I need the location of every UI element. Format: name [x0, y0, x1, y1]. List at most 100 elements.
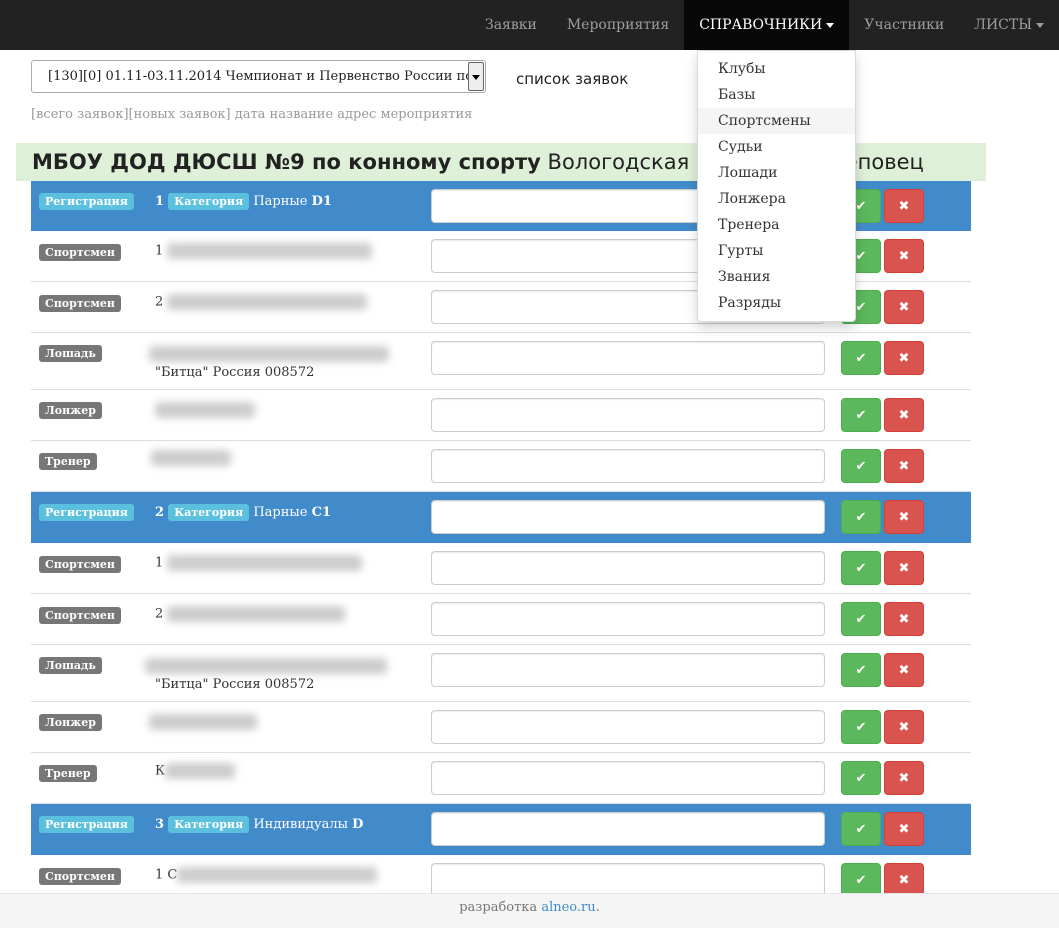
longeur-input[interactable] [431, 398, 825, 432]
dropdown-item-razryady[interactable]: Разряды [698, 290, 855, 316]
nav-item-zayavki[interactable]: Заявки [470, 0, 552, 50]
confirm-button[interactable]: ✔ [841, 812, 881, 846]
select-arrow-icon[interactable] [468, 62, 484, 91]
delete-button[interactable]: ✖ [884, 449, 924, 483]
delete-button[interactable]: ✖ [884, 551, 924, 585]
trainer-name-visible: К [155, 763, 166, 779]
nav-item-uchastniki[interactable]: Участники [849, 0, 959, 50]
check-icon: ✔ [855, 873, 867, 888]
check-icon: ✔ [855, 663, 867, 678]
check-icon: ✔ [855, 199, 867, 214]
close-icon: ✖ [898, 561, 910, 576]
dropdown-item-bazy[interactable]: Базы [698, 82, 855, 108]
close-icon: ✖ [898, 300, 910, 315]
dropdown-item-sudi[interactable]: Судьи [698, 134, 855, 160]
horse-input[interactable] [431, 653, 825, 687]
sportsman-number: 1 [155, 555, 164, 571]
trainer-info [151, 450, 231, 466]
delete-button[interactable]: ✖ [884, 761, 924, 795]
longeur-info [149, 714, 257, 730]
check-icon: ✔ [855, 720, 867, 735]
longeur-badge: Лонжер [39, 714, 102, 731]
close-icon: ✖ [898, 612, 910, 627]
club-region: Вологодская о [547, 150, 709, 174]
sportsman-row: Спортсмен 1 ✔ ✖ [31, 543, 971, 594]
check-icon: ✔ [855, 351, 867, 366]
dropdown-item-kluby[interactable]: Клубы [698, 56, 855, 82]
delete-button[interactable]: ✖ [884, 500, 924, 534]
registration-badge: Регистрация [39, 193, 134, 210]
navbar: Заявки Мероприятия СПРАВОЧНИКИ Участники… [0, 0, 1059, 50]
delete-button[interactable]: ✖ [884, 653, 924, 687]
delete-button[interactable]: ✖ [884, 812, 924, 846]
delete-button[interactable]: ✖ [884, 710, 924, 744]
delete-button[interactable]: ✖ [884, 398, 924, 432]
category-badge: Категория [168, 816, 250, 833]
redacted-name [149, 714, 257, 730]
sportsman-number: 2 [155, 606, 164, 622]
horse-input[interactable] [431, 341, 825, 375]
confirm-button[interactable]: ✔ [841, 653, 881, 687]
close-icon: ✖ [898, 822, 910, 837]
sportsman-badge: Спортсмен [39, 244, 121, 261]
dropdown-item-zvaniya[interactable]: Звания [698, 264, 855, 290]
delete-button[interactable]: ✖ [884, 341, 924, 375]
footer-prefix: разработка [459, 900, 538, 915]
redacted-name [167, 555, 363, 571]
confirm-button[interactable]: ✔ [841, 551, 881, 585]
confirm-button[interactable]: ✔ [841, 449, 881, 483]
sportsman-badge: Спортсмен [39, 607, 121, 624]
delete-button[interactable]: ✖ [884, 239, 924, 273]
registration-info: 1 Категория Парные D1 [155, 193, 332, 210]
check-icon: ✔ [855, 510, 867, 525]
nav-item-spravochniki[interactable]: СПРАВОЧНИКИ [684, 0, 850, 50]
footer-link[interactable]: alneo.ru [541, 900, 595, 915]
confirm-button[interactable]: ✔ [841, 602, 881, 636]
redacted-name [167, 294, 368, 310]
nav-item-listy[interactable]: ЛИСТЫ [959, 0, 1059, 50]
caret-down-icon [826, 22, 835, 28]
event-select[interactable]: [130][0] 01.11-03.11.2014 Чемпионат и Пе… [31, 60, 486, 93]
delete-button[interactable]: ✖ [884, 189, 924, 223]
longeur-badge: Лонжер [39, 402, 102, 419]
confirm-button[interactable]: ✔ [841, 863, 881, 897]
category-name: Индивидуалы [253, 817, 349, 832]
confirm-button[interactable]: ✔ [841, 398, 881, 432]
confirm-button[interactable]: ✔ [841, 710, 881, 744]
trainer-input[interactable] [431, 449, 825, 483]
delete-button[interactable]: ✖ [884, 863, 924, 897]
horse-info: "Битца" Россия 008572 [155, 677, 315, 692]
registration-input[interactable] [431, 500, 825, 534]
trainer-row: Тренер ✔ ✖ [31, 441, 971, 492]
spravochniki-dropdown: Клубы Базы Спортсмены Судьи Лошади Лонже… [697, 50, 856, 322]
sportsman-input[interactable] [431, 602, 825, 636]
dropdown-item-loshadi[interactable]: Лошади [698, 160, 855, 186]
trainer-input[interactable] [431, 761, 825, 795]
dropdown-item-trenera[interactable]: Тренера [698, 212, 855, 238]
dropdown-item-sportsmeny[interactable]: Спортсмены [698, 108, 855, 134]
delete-button[interactable]: ✖ [884, 602, 924, 636]
sportsman-input[interactable] [431, 551, 825, 585]
redacted-name [167, 243, 373, 259]
close-icon: ✖ [898, 408, 910, 423]
dropdown-item-gurty[interactable]: Гурты [698, 238, 855, 264]
confirm-button[interactable]: ✔ [841, 761, 881, 795]
nav-item-meropriyatiya[interactable]: Мероприятия [552, 0, 684, 50]
confirm-button[interactable]: ✔ [841, 500, 881, 534]
sportsman-badge: Спортсмен [39, 295, 121, 312]
sportsman-number: 2 [155, 294, 164, 310]
longeur-input[interactable] [431, 710, 825, 744]
confirm-button[interactable]: ✔ [841, 341, 881, 375]
sportsman-input[interactable] [431, 863, 825, 897]
registration-number: 1 [155, 194, 165, 209]
event-select-value: [130][0] 01.11-03.11.2014 Чемпионат и Пе… [48, 69, 474, 84]
event-select-hint: [всего заявок][новых заявок] дата назван… [31, 107, 473, 122]
delete-button[interactable]: ✖ [884, 290, 924, 324]
sportsman-badge: Спортсмен [39, 556, 121, 573]
dropdown-item-lonzhera[interactable]: Лонжера [698, 186, 855, 212]
registration-input[interactable] [431, 812, 825, 846]
horse-name [145, 658, 387, 674]
sportsman-badge: Спортсмен [39, 868, 121, 885]
registration-info: 3 Категория Индивидуалы D [155, 816, 363, 833]
category-badge: Категория [168, 504, 250, 521]
